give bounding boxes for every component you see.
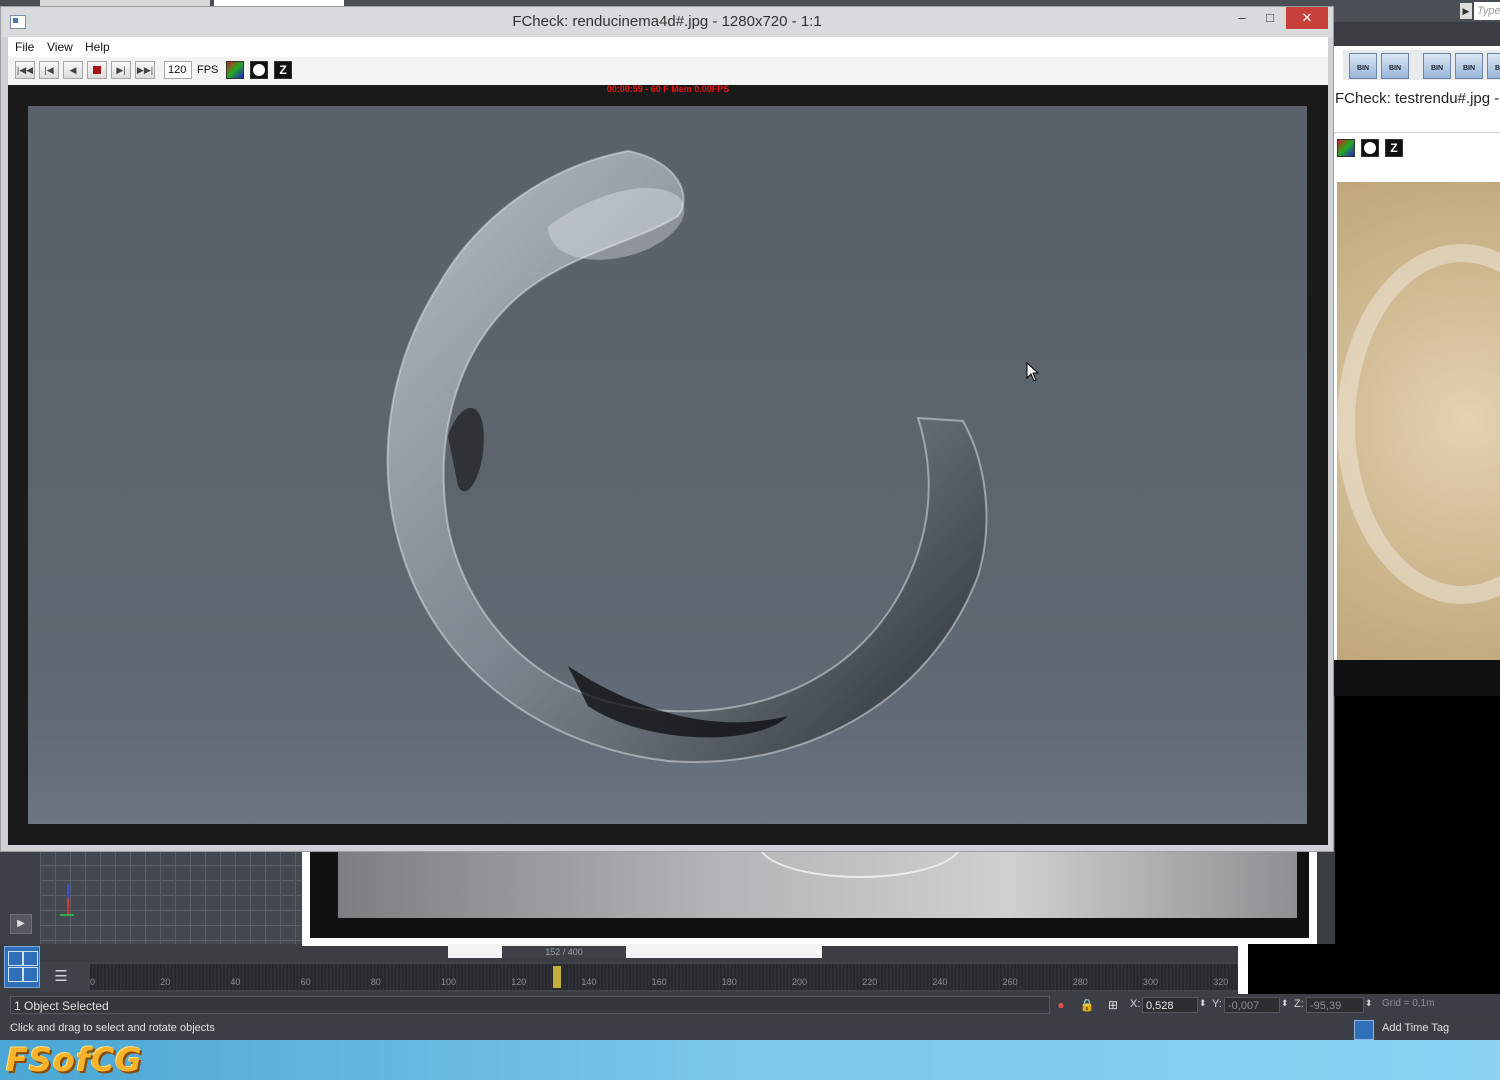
timeline-tick-label: 240	[932, 977, 948, 987]
chevron-right-icon[interactable]: ▶	[1460, 3, 1472, 19]
layout-quad-icon	[8, 967, 23, 982]
timeline-tick-label: 140	[581, 977, 597, 987]
play-backward-button[interactable]: ◀	[63, 61, 83, 79]
viewport-grid[interactable]	[40, 850, 302, 944]
black-area	[1248, 944, 1500, 994]
timeline-tick-label: 60	[300, 977, 311, 987]
timeline-tick-label: 40	[230, 977, 241, 987]
bin-icon[interactable]: BIN	[1381, 53, 1409, 79]
spinner-icon[interactable]: ⬍	[1365, 998, 1373, 1009]
bin-icon[interactable]: BIN	[1487, 53, 1500, 79]
prompt-bar	[0, 1018, 1500, 1040]
first-frame-button[interactable]: |◀◀	[15, 61, 35, 79]
stop-button[interactable]	[87, 61, 107, 79]
bin-icon[interactable]: BIN	[1455, 53, 1483, 79]
mouse-cursor-icon	[1026, 362, 1040, 382]
close-button[interactable]: ✕	[1286, 7, 1328, 29]
minimize-button[interactable]: –	[1228, 7, 1256, 29]
timeline-playhead[interactable]	[553, 966, 561, 988]
layout-quad-icon	[8, 951, 23, 966]
timeline-tick-label: 80	[370, 977, 381, 987]
time-slider-counter[interactable]: 152 / 400	[502, 946, 626, 958]
timeline-tick-label: 0	[90, 977, 96, 987]
x-label: X:	[1130, 998, 1141, 1010]
prompt-text: Click and drag to select and rotate obje…	[10, 1022, 215, 1034]
water-splash-render	[386, 149, 988, 763]
alpha-channel-icon[interactable]	[250, 61, 268, 79]
timeline-tick-label: 120	[511, 977, 527, 987]
last-frame-button[interactable]: ▶▶|	[135, 61, 155, 79]
alpha-channel-icon[interactable]	[1361, 139, 1379, 157]
fps-label: FPS	[197, 64, 219, 76]
timeline-tick-label: 300	[1143, 977, 1159, 987]
next-frame-button[interactable]: ▶|	[111, 61, 131, 79]
grid-size-label: Grid = 0,1m	[1382, 998, 1435, 1009]
y-label: Y:	[1212, 998, 1222, 1010]
z-label: Z:	[1294, 998, 1304, 1010]
absolute-mode-icon[interactable]: ⊞	[1104, 996, 1122, 1014]
timeline-tick-label: 320	[1213, 977, 1229, 987]
timeline-tick-label: 20	[160, 977, 171, 987]
z-depth-icon[interactable]: Z	[274, 61, 292, 79]
second-render-image	[1337, 182, 1500, 660]
menu-view[interactable]: View	[47, 40, 73, 54]
rgb-channel-icon[interactable]	[226, 61, 244, 79]
playback-stats: 00:00:59 - 60 F Mem 0.00FPS	[606, 84, 730, 94]
render-frame-canvas	[310, 810, 1309, 938]
timeline-tick-label: 200	[792, 977, 808, 987]
x-coordinate-field[interactable]: 0,528	[1142, 997, 1198, 1013]
fps-input[interactable]: 120	[164, 61, 192, 79]
lock-icon[interactable]: 🔒	[1078, 996, 1096, 1014]
timeline-tick-label: 180	[721, 977, 737, 987]
render-image[interactable]	[28, 106, 1307, 824]
add-time-tag-button[interactable]: Add Time Tag	[1382, 1022, 1449, 1034]
fsofcg-logo: FSofCG	[6, 1041, 143, 1079]
selection-status: 1 Object Selected	[10, 996, 1050, 1014]
spinner-icon[interactable]: ⬍	[1199, 998, 1207, 1009]
splash-shadow	[448, 407, 484, 492]
right-black-panel	[1238, 944, 1500, 1000]
track-bar-icon[interactable]: ☰	[50, 966, 72, 988]
second-window-footer	[1333, 660, 1500, 696]
play-icon[interactable]: ▶	[10, 914, 32, 934]
timeline-tick-label: 280	[1072, 977, 1088, 987]
layout-quad-icon	[23, 951, 38, 966]
rgb-channel-icon[interactable]	[1337, 139, 1355, 157]
bin-icon[interactable]: BIN	[1423, 53, 1451, 79]
bin-toolbar: BIN BIN BIN BIN BIN	[1343, 50, 1500, 80]
menu-file[interactable]: File	[15, 40, 34, 54]
search-input[interactable]: Type	[1474, 2, 1500, 20]
timeline-tick-label: 260	[1002, 977, 1018, 987]
render-frame-image	[338, 810, 1297, 918]
layout-quad-icon	[23, 967, 38, 982]
render-frame-window	[302, 810, 1317, 946]
axis-x-icon	[60, 914, 74, 916]
z-coordinate-field[interactable]: -95,39	[1306, 997, 1364, 1013]
window-title: FCheck: renducinema4d#.jpg - 1280x720 - …	[512, 13, 822, 30]
spinner-icon[interactable]: ⬍	[1281, 998, 1289, 1009]
timeline-tick-label: 220	[862, 977, 878, 987]
maximize-button[interactable]: □	[1256, 7, 1284, 29]
stop-icon	[93, 66, 101, 74]
taskbar	[0, 1040, 1500, 1080]
axis-y-icon	[67, 898, 69, 914]
bin-icon[interactable]: BIN	[1349, 53, 1377, 79]
y-coordinate-field[interactable]: -0,007	[1224, 997, 1280, 1013]
second-window-title: FCheck: testrendu#.jpg - 6	[1335, 90, 1500, 107]
timeline-tick-label: 100	[441, 977, 457, 987]
prev-frame-button[interactable]: |◀	[39, 61, 59, 79]
menu-bar	[8, 37, 1328, 57]
second-window-toolbar: Z	[1333, 132, 1500, 163]
water-ring-shape	[1337, 244, 1500, 604]
time-tag-icon[interactable]	[1354, 1020, 1374, 1040]
menu-help[interactable]: Help	[85, 40, 110, 54]
isolate-pin-icon[interactable]: ●	[1052, 996, 1070, 1014]
viewport-layout-button[interactable]	[4, 946, 40, 988]
timeline-tick-label: 160	[651, 977, 667, 987]
z-depth-icon[interactable]: Z	[1385, 139, 1403, 157]
